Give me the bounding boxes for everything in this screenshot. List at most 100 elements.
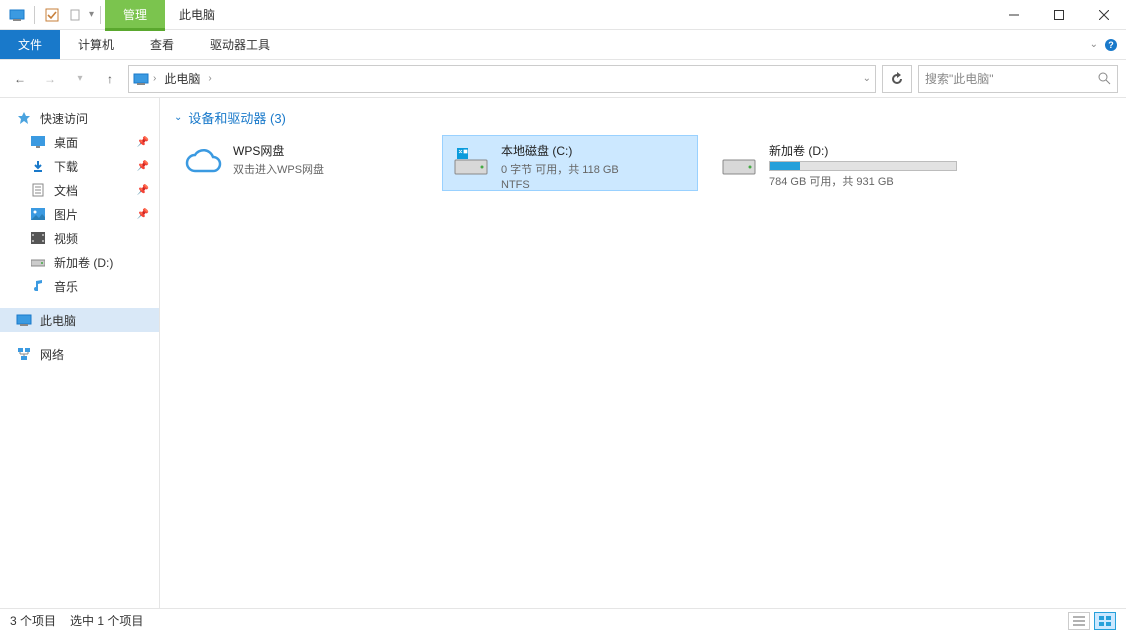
drive-body: 新加卷 (D:) 784 GB 可用，共 931 GB [769,142,957,189]
file-tab[interactable]: 文件 [0,30,60,59]
section-header[interactable]: ⌄ 设备和驱动器 (3) [174,108,1112,127]
sidebar-item-label: 下载 [54,158,78,175]
sidebar-this-pc[interactable]: 此电脑 [0,308,159,332]
drive-icon [30,254,46,270]
manage-tab[interactable]: 管理 [105,0,165,30]
picture-icon [30,206,46,222]
ribbon-expand-icon[interactable]: ⌄ [1090,39,1098,50]
breadcrumb-item[interactable]: 此电脑 [160,68,204,89]
address-dropdown-icon[interactable]: ⌄ [863,73,871,84]
computer-tab[interactable]: 计算机 [60,30,132,59]
pc-icon [16,312,32,328]
manage-tab-label: 管理 [123,6,147,23]
svg-text:?: ? [1108,40,1114,50]
sidebar-item-downloads[interactable]: 下载 📌 [0,154,159,178]
pin-icon: 📌 [137,185,149,196]
capacity-bar [769,161,957,171]
chevron-down-icon: ⌄ [174,112,182,123]
drives-grid: WPS网盘 双击进入WPS网盘 本地磁盘 (C:) 0 字节 可用，共 118 … [174,135,1112,191]
star-icon [16,110,32,126]
drive-subtitle: 双击进入WPS网盘 [233,161,421,177]
up-button[interactable]: ↑ [98,67,122,91]
navbar: ← → ▾ ↑ › 此电脑 › ⌄ 搜索"此电脑" [0,60,1126,98]
dropdown-icon[interactable] [65,4,87,26]
disk-icon [719,142,759,182]
quick-access-toolbar: ▾ [0,4,105,26]
back-button[interactable]: ← [8,67,32,91]
section-title: 设备和驱动器 (3) [188,108,286,127]
forward-button[interactable]: → [38,67,62,91]
search-placeholder: 搜索"此电脑" [925,70,994,87]
download-icon [30,158,46,174]
sidebar-item-volume-d[interactable]: 新加卷 (D:) [0,250,159,274]
drive-tools-tab[interactable]: 驱动器工具 [192,30,288,59]
drive-body: 本地磁盘 (C:) 0 字节 可用，共 118 GB NTFS [501,142,689,191]
sidebar-item-label: 视频 [54,230,78,247]
video-icon [30,230,46,246]
drive-subtitle: 784 GB 可用，共 931 GB [769,173,957,189]
drive-fs: NTFS [501,179,689,191]
status-count: 3 个项目 [10,612,56,629]
drive-c[interactable]: 本地磁盘 (C:) 0 字节 可用，共 118 GB NTFS [442,135,698,191]
sidebar-quick-access[interactable]: 快速访问 [0,106,159,130]
recent-button[interactable]: ▾ [68,67,92,91]
sidebar-item-videos[interactable]: 视频 [0,226,159,250]
sidebar-item-documents[interactable]: 文档 📌 [0,178,159,202]
chevron-down-icon[interactable]: ▾ [89,9,94,20]
sidebar-item-label: 新加卷 (D:) [54,254,113,271]
ribbon: 文件 计算机 查看 驱动器工具 ⌄ ? [0,30,1126,60]
drive-d[interactable]: 新加卷 (D:) 784 GB 可用，共 931 GB [710,135,966,191]
pin-icon: 📌 [137,137,149,148]
sidebar-item-music[interactable]: 音乐 [0,274,159,298]
chevron-right-icon[interactable]: › [153,73,156,84]
separator [34,6,35,24]
titlebar: ▾ 管理 此电脑 [0,0,1126,30]
sidebar-label: 网络 [40,346,64,363]
sidebar-network[interactable]: 网络 [0,342,159,366]
sidebar-label: 快速访问 [40,110,88,127]
capacity-fill [770,162,800,170]
app-icon [6,4,28,26]
disk-icon [451,142,491,182]
chevron-right-icon[interactable]: › [208,73,211,84]
drive-name: 本地磁盘 (C:) [501,142,689,159]
sidebar-item-pictures[interactable]: 图片 📌 [0,202,159,226]
checkbox-icon[interactable] [41,4,63,26]
sidebar-item-desktop[interactable]: 桌面 📌 [0,130,159,154]
view-tab[interactable]: 查看 [132,30,192,59]
status-selected: 选中 1 个项目 [70,612,143,629]
window-controls [991,0,1126,30]
status-bar: 3 个项目 选中 1 个项目 [0,608,1126,632]
refresh-button[interactable] [882,65,912,93]
sidebar-item-label: 桌面 [54,134,78,151]
sidebar-item-label: 文档 [54,182,78,199]
drive-subtitle: 0 字节 可用，共 118 GB [501,161,689,177]
details-view-button[interactable] [1068,612,1090,630]
pc-icon [133,72,149,86]
body: 快速访问 桌面 📌 下载 📌 文档 📌 图片 📌 视频 新加卷 (D [0,98,1126,608]
document-icon [30,182,46,198]
tiles-view-button[interactable] [1094,612,1116,630]
maximize-button[interactable] [1036,0,1081,30]
desktop-icon [30,134,46,150]
ribbon-right: ⌄ ? [1090,30,1126,59]
pin-icon: 📌 [137,161,149,172]
minimize-button[interactable] [991,0,1036,30]
drive-name: WPS网盘 [233,142,421,159]
network-icon [16,346,32,362]
search-icon [1098,72,1111,85]
close-button[interactable] [1081,0,1126,30]
drive-wps[interactable]: WPS网盘 双击进入WPS网盘 [174,135,430,191]
sidebar: 快速访问 桌面 📌 下载 📌 文档 📌 图片 📌 视频 新加卷 (D [0,98,160,608]
search-box[interactable]: 搜索"此电脑" [918,65,1118,93]
help-icon[interactable]: ? [1104,38,1118,52]
pin-icon: 📌 [137,209,149,220]
music-icon [30,278,46,294]
window-title: 此电脑 [165,6,229,23]
view-buttons [1068,612,1116,630]
address-bar[interactable]: › 此电脑 › ⌄ [128,65,876,93]
content-pane: ⌄ 设备和驱动器 (3) WPS网盘 双击进入WPS网盘 本地磁 [160,98,1126,608]
sidebar-label: 此电脑 [40,312,76,329]
sidebar-item-label: 图片 [54,206,78,223]
drive-body: WPS网盘 双击进入WPS网盘 [233,142,421,177]
